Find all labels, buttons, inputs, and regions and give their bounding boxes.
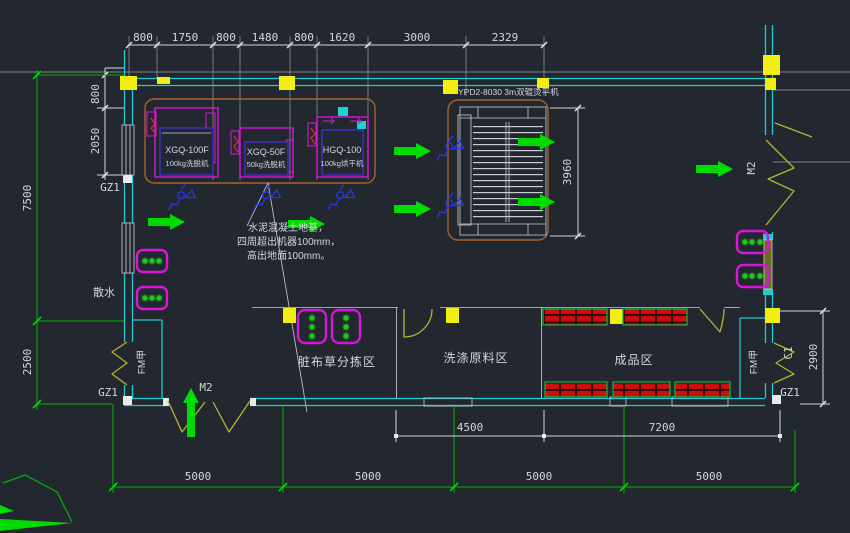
dryer-name-label: 100kg烘干机 — [321, 158, 364, 168]
fire-door-right-label: FM甲 — [749, 350, 760, 374]
zone-sorting-label: 脏布草分拣区 — [298, 354, 376, 369]
dim-bottom-3: 5000 — [526, 470, 553, 483]
note-line-3: 高出地面100mm。 — [247, 249, 330, 262]
cad-floor-plan-screenshot: 800 1750 800 1480 800 1620 3000 2329 800… — [0, 0, 850, 533]
dim-top-6: 1620 — [329, 31, 356, 44]
splash-apron-label: 散水 — [93, 285, 115, 299]
dim-top-2: 1750 — [172, 31, 199, 44]
foundation-note: 水泥混凝土地基， 四周超出机器100mm， 高出地面100mm。 — [237, 221, 340, 262]
dim-top-7: 3000 — [404, 31, 431, 44]
floor-plan-canvas[interactable]: 800 1750 800 1480 800 1620 3000 2329 800… — [0, 0, 850, 533]
gz1-top-left-label: GZ1 — [100, 181, 120, 194]
washer1-name-label: 100kg洗脱机 — [166, 158, 209, 168]
dim-2900: 2900 — [807, 344, 820, 371]
note-line-2: 四周超出机器100mm， — [237, 235, 340, 248]
duct-icon — [338, 107, 348, 116]
dim-7200: 7200 — [649, 421, 676, 434]
dim-4500: 4500 — [457, 421, 484, 434]
duct-icon — [357, 121, 366, 129]
dim-top-5: 800 — [294, 31, 314, 44]
gz1-bottom-left-label: GZ1 — [98, 386, 118, 399]
dim-left-7500: 7500 — [21, 185, 34, 212]
door-m2-right-label: M2 — [745, 161, 758, 174]
door-m2-bottom-label: M2 — [199, 381, 212, 394]
dim-bottom-4: 5000 — [696, 470, 723, 483]
note-line-1: 水泥混凝土地基， — [248, 221, 328, 234]
dim-left-2050: 2050 — [89, 128, 102, 155]
ironer-label: YPD2-8030 3m双辊烫平机 — [458, 87, 559, 97]
window-c1-label: C1 — [782, 346, 795, 359]
dryer-model-label: HGQ-100 — [323, 145, 362, 155]
washer2-model-label: XGQ-50F — [247, 147, 286, 157]
dim-top-4: 1480 — [252, 31, 279, 44]
dim-bottom-2: 5000 — [355, 470, 382, 483]
dim-top-8: 2329 — [492, 31, 519, 44]
dim-top-1: 800 — [133, 31, 153, 44]
dim-left-2500: 2500 — [21, 349, 34, 376]
dim-bottom-1: 5000 — [185, 470, 212, 483]
fire-door-left-label: FM甲 — [137, 350, 148, 374]
gz1-bottom-right-label: GZ1 — [780, 386, 800, 399]
zone-finished-label: 成品区 — [614, 353, 653, 367]
dim-top-3: 800 — [216, 31, 236, 44]
zone-raw-material-label: 洗涤原料区 — [443, 351, 508, 365]
dim-left-800: 800 — [89, 84, 102, 104]
dim-3960: 3960 — [561, 159, 574, 186]
washer1-model-label: XGQ-100F — [165, 145, 209, 155]
washer2-name-label: 50kg洗脱机 — [247, 159, 286, 169]
